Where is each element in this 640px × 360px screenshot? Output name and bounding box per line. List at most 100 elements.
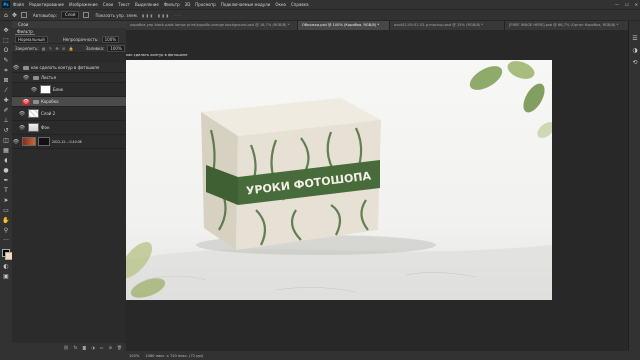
shape-tool-icon[interactable]: ▭ <box>2 207 10 215</box>
mask-icon[interactable]: ◙ <box>82 345 86 350</box>
blend-mode-select[interactable]: Нормальный <box>15 35 48 43</box>
eye-icon[interactable]: 👁 <box>22 98 30 105</box>
new-layer-icon[interactable]: ⊞ <box>109 345 112 350</box>
menu-select[interactable]: Выделение <box>135 2 159 7</box>
minimize-icon[interactable]: — <box>615 2 619 7</box>
tab-doc-active[interactable]: Обложка.psd @ 100% (Коробка, RGB/8) * <box>298 21 390 30</box>
layer-name: как сделать контур в фотошопе <box>31 65 100 70</box>
maximize-icon[interactable]: ☐ <box>625 2 629 7</box>
properties-icon[interactable]: ☰ <box>631 35 639 43</box>
zoom-tool-icon[interactable]: ⚲ <box>2 227 10 235</box>
eye-icon[interactable]: 👁 <box>22 75 30 81</box>
lock-label: Закрепить: <box>15 45 39 51</box>
eye-icon[interactable]: 👁 <box>12 139 20 145</box>
menu-plugins[interactable]: Подключаемые модули <box>221 2 271 7</box>
path-select-tool-icon[interactable]: ➤ <box>2 197 10 205</box>
layer-thumbnail <box>28 123 39 132</box>
healing-tool-icon[interactable]: ✚ <box>2 97 10 105</box>
panel-tab-filter[interactable]: Фильтр <box>15 29 35 35</box>
document-image[interactable]: УРОКИ ФОТОШОПА <box>126 60 552 300</box>
menu-image[interactable]: Изображение <box>69 2 98 7</box>
blur-tool-icon[interactable]: ◖ <box>2 157 10 165</box>
status-bar: 100% 1080 пикс. x 720 пикс. (72 ppi) <box>126 351 640 360</box>
layer-sloy2[interactable]: 👁 Слой 2 <box>12 107 126 121</box>
tab-doc-4[interactable]: [FREE IMAGE HERE].psb @ 66,7% (Орган Кор… <box>505 21 640 30</box>
tab-doc-3[interactable]: ozs442-09-01-02-p-mockup.psd @ 25% (RGB/… <box>390 21 505 30</box>
screen-mode-icon[interactable]: ▣ <box>2 273 10 281</box>
menu-layers[interactable]: Слои <box>103 2 113 7</box>
dodge-tool-icon[interactable]: ● <box>2 167 10 175</box>
right-panel-strip: ☰ ◑ ⟲ <box>628 21 640 351</box>
eye-icon[interactable]: 👁 <box>30 87 38 93</box>
eyedropper-tool-icon[interactable]: ⁄ <box>2 87 10 95</box>
history-brush-tool-icon[interactable]: ↺ <box>2 127 10 135</box>
home-icon[interactable]: ⌂ <box>4 12 8 19</box>
menu-3d[interactable]: 3D <box>185 2 191 7</box>
layer-photo[interactable]: 👁 2022-12-...0.40.06 <box>12 135 126 149</box>
eraser-tool-icon[interactable]: ◫ <box>2 137 10 145</box>
menu-window[interactable]: Окно <box>275 2 286 7</box>
close-icon[interactable]: ✕ <box>635 2 638 7</box>
eye-icon[interactable]: 👁 <box>18 125 26 131</box>
crop-tool-icon[interactable]: ⌗ <box>2 67 10 75</box>
brush-tool-icon[interactable]: ✐ <box>2 107 10 115</box>
layer-name: Коробка <box>41 99 59 104</box>
menu-file[interactable]: Файл <box>13 2 24 7</box>
tab-doc-1[interactable]: коробка упр black pads lamps print(короб… <box>126 21 298 30</box>
align-icons[interactable]: ▮▮▮ ▮▮▮ ··· <box>142 13 184 18</box>
layer-background[interactable]: 👁 Фон <box>12 121 126 135</box>
options-bar: ⌂ ✥ Автовыбор: Слой Показать упр. элем. … <box>0 9 640 21</box>
pen-tool-icon[interactable]: ✒ <box>2 177 10 185</box>
new-group-icon[interactable]: ▭ <box>100 345 104 350</box>
autoselect-checkbox[interactable] <box>20 12 27 18</box>
marquee-tool-icon[interactable]: ⬚ <box>2 37 10 45</box>
folder-icon <box>23 65 29 70</box>
menu-filter[interactable]: Фильтр <box>164 2 180 7</box>
eye-icon[interactable]: 👁 <box>12 65 20 71</box>
layer-name: Фон <box>41 125 50 130</box>
lasso-tool-icon[interactable]: ʘ <box>2 47 10 55</box>
hand-tool-icon[interactable]: ✋ <box>2 217 10 225</box>
menu-bar: Ps Файл Редактирование Изображение Слои … <box>0 0 640 9</box>
folder-icon <box>33 75 39 80</box>
menu-type[interactable]: Текст <box>118 2 130 7</box>
adjustments-icon[interactable]: ◑ <box>631 47 639 55</box>
layer-blik[interactable]: 👁 Блик <box>12 83 126 97</box>
move-tool-icon[interactable]: ✥ <box>12 12 17 19</box>
folder-icon <box>33 99 39 104</box>
mockup-scene: УРОКИ ФОТОШОПА <box>126 61 552 300</box>
autoselect-dropdown[interactable]: Слой <box>61 11 80 19</box>
layer-thumbnail <box>22 137 36 146</box>
move-tool-icon[interactable]: ✥ <box>2 27 10 35</box>
type-tool-icon[interactable]: T <box>2 187 10 195</box>
menu-edit[interactable]: Редактирование <box>29 2 64 7</box>
frame-tool-icon[interactable]: ⊠ <box>2 77 10 85</box>
layer-thumbnail <box>28 109 39 118</box>
panel-title: Слои <box>18 22 29 27</box>
layer-group-box[interactable]: 👁 Коробка <box>12 97 126 107</box>
history-icon[interactable]: ⟲ <box>631 59 639 67</box>
menu-view[interactable]: Просмотр <box>195 2 216 7</box>
stamp-tool-icon[interactable]: ⊥ <box>2 117 10 125</box>
zoom-level[interactable]: 100% <box>129 354 139 358</box>
eye-icon[interactable]: 👁 <box>18 111 26 117</box>
layer-group-leaves[interactable]: 👁 Листья <box>12 73 126 83</box>
lock-icons[interactable]: ▦ ✎ ✥ ⊞ 🔒 <box>42 46 75 51</box>
quick-mask-icon[interactable]: ◐ <box>2 263 10 271</box>
layer-group-contour[interactable]: 👁 как сделать контур в фотошопе <box>12 63 126 73</box>
adjustment-icon[interactable]: ◑ <box>91 345 95 350</box>
opacity-input[interactable]: 100% <box>101 35 120 43</box>
show-controls-checkbox[interactable] <box>83 12 90 18</box>
menu-help[interactable]: Справка <box>291 2 309 7</box>
fx-icon[interactable]: fx <box>74 345 78 350</box>
trash-icon[interactable]: 🗑 <box>117 345 122 350</box>
layer-name: Листья <box>41 75 56 80</box>
opacity-label: Непрозрачность: <box>62 36 99 42</box>
link-icon[interactable]: ⛓ <box>64 345 69 350</box>
gradient-tool-icon[interactable]: ▦ <box>2 147 10 155</box>
autoselect-label: Автовыбор: <box>32 12 58 18</box>
fill-input[interactable]: 100% <box>107 44 125 52</box>
quick-select-tool-icon[interactable]: ✎ <box>2 57 10 65</box>
more-tools-icon[interactable]: ··· <box>2 237 10 245</box>
layers-panel: Слои Фильтр Нормальный Непрозрачность: 1… <box>12 21 126 351</box>
